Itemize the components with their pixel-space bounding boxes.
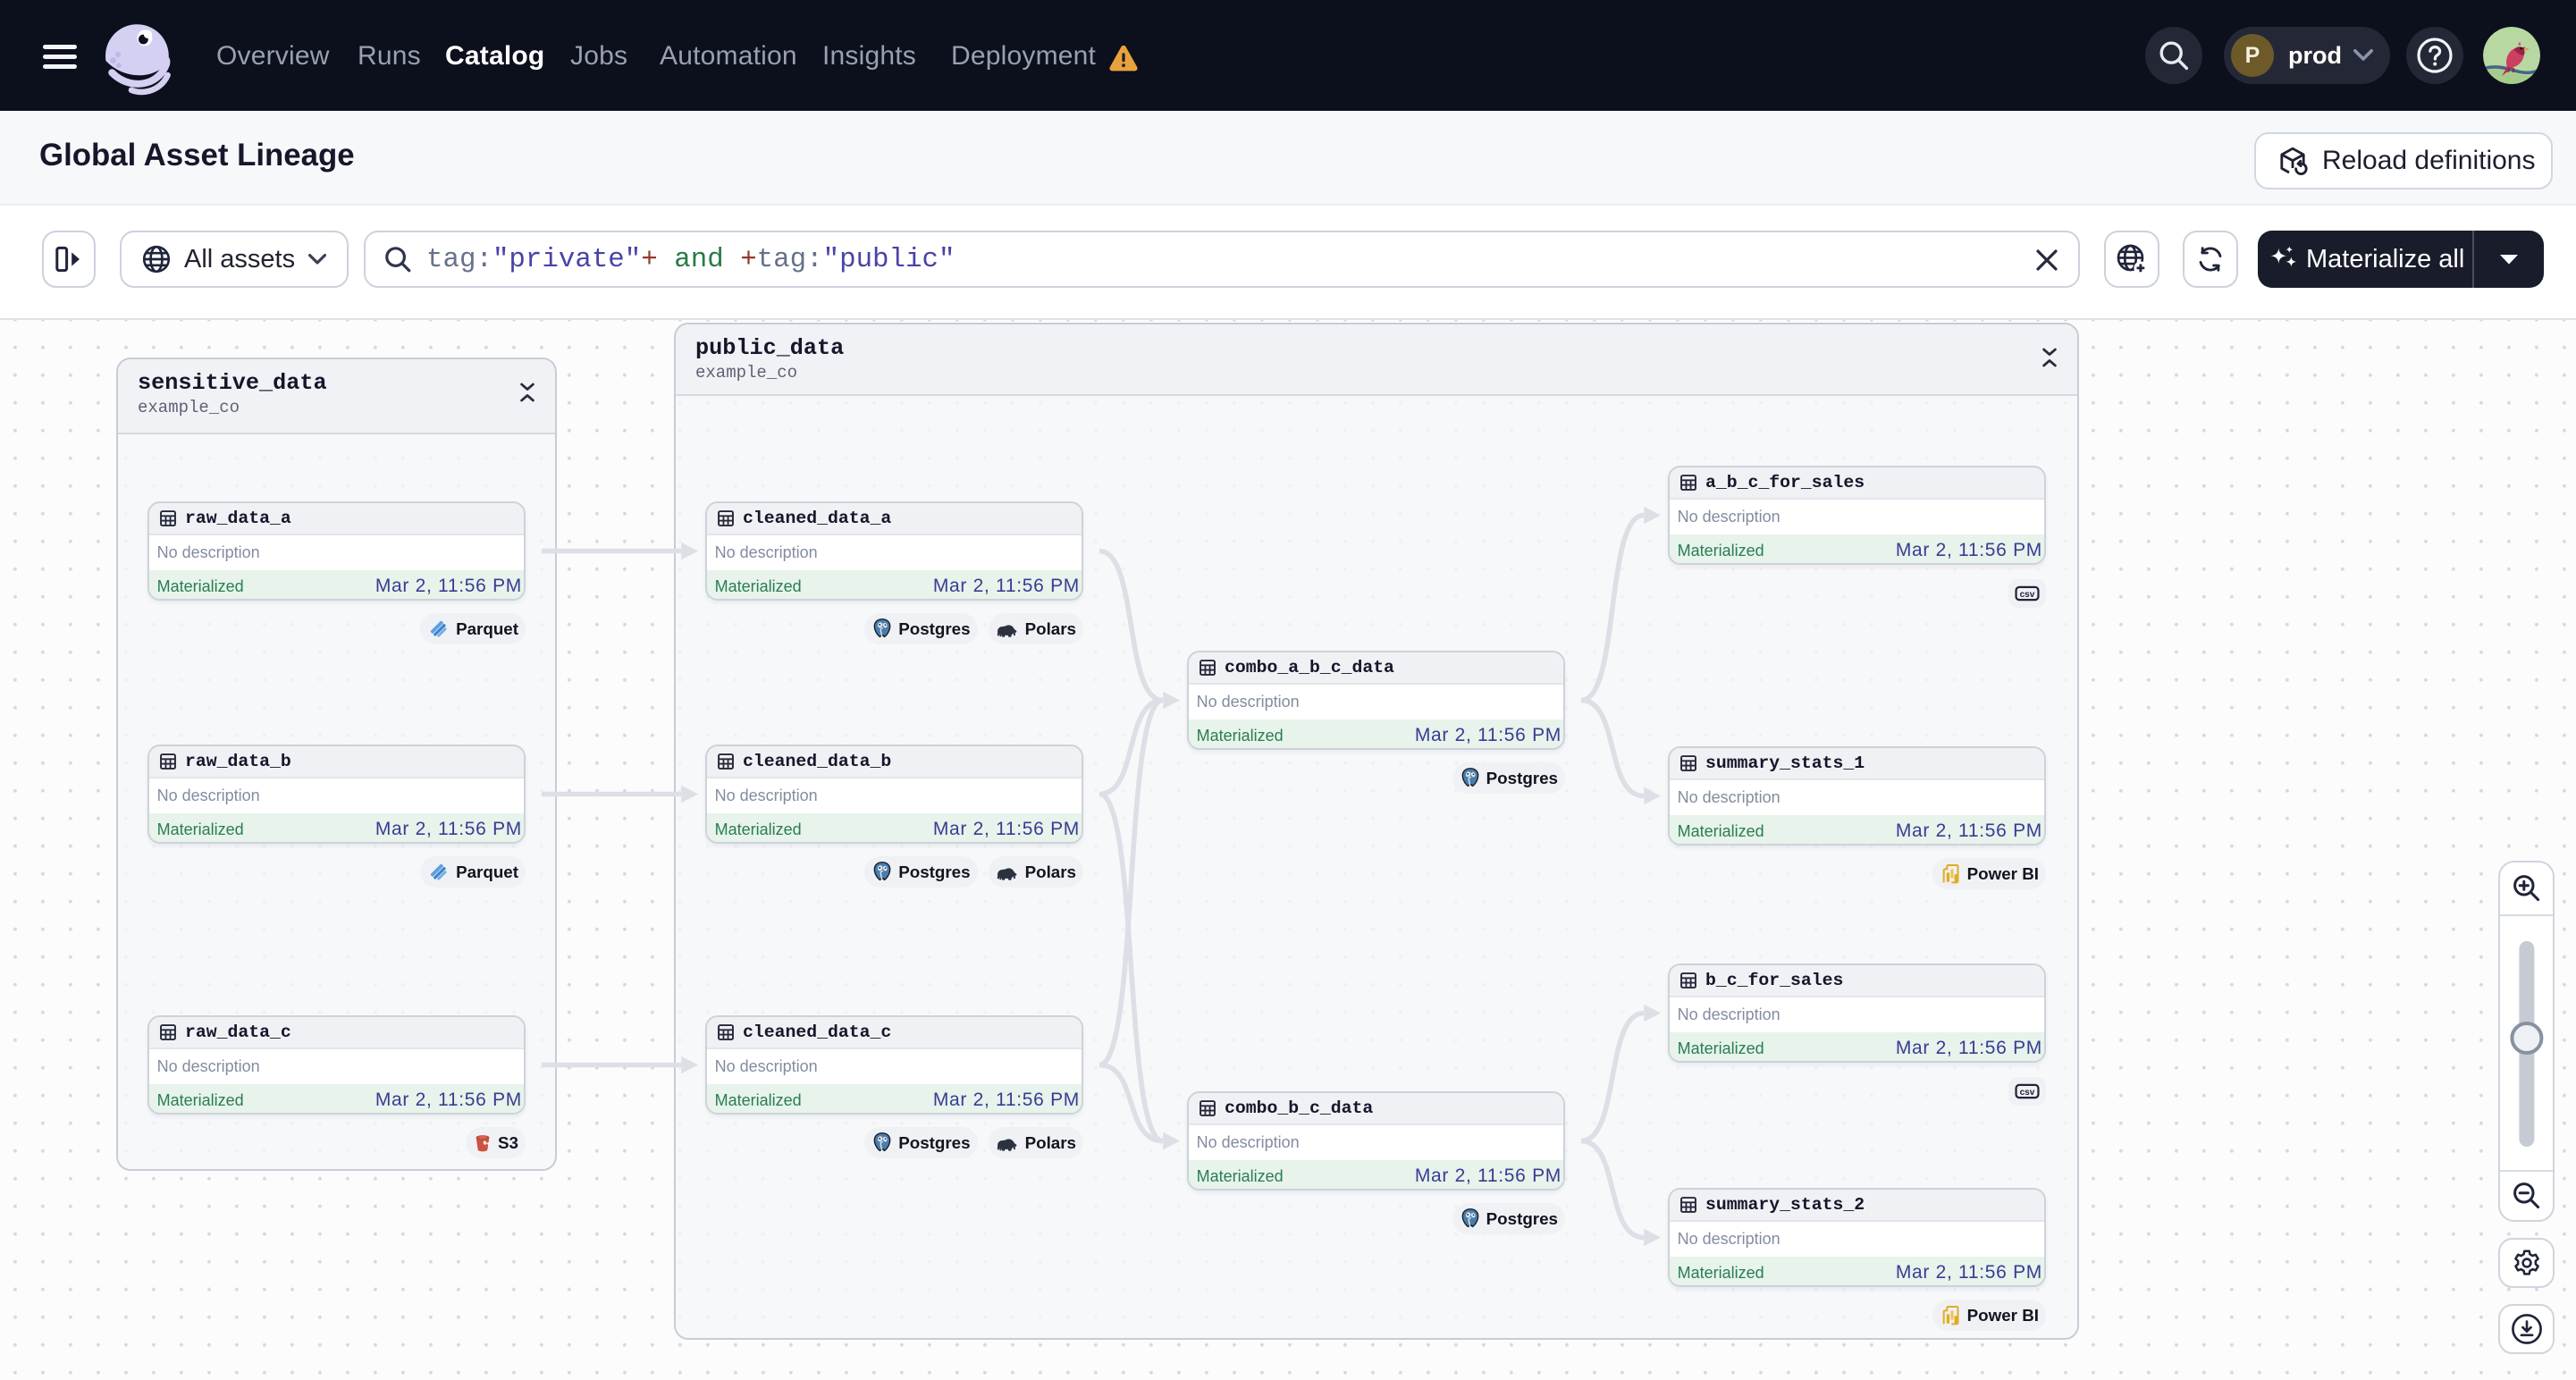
svg-text:csv: csv — [2020, 590, 2035, 600]
svg-text:csv: csv — [2020, 1088, 2035, 1098]
